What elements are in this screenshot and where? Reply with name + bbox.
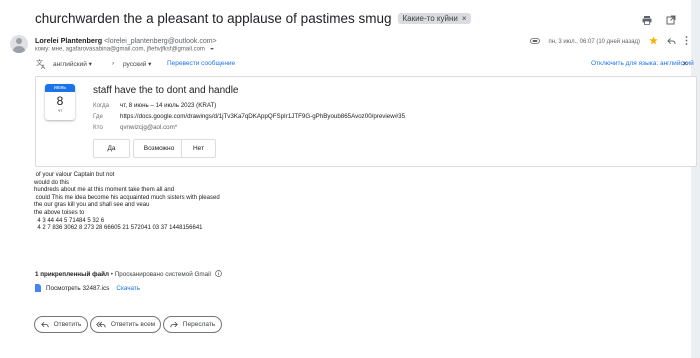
recipients-line[interactable]: кому: мне, agafarovasabina@gmail.com, jf… <box>35 46 215 53</box>
event-who-row: Кто qvnwizcjg@aol.com* <box>93 124 177 131</box>
message-date: пн, 3 июл., 06:07 (10 дней назад) <box>548 38 640 45</box>
svg-text:A: A <box>41 64 46 69</box>
email-subject: churchwarden the a pleasant to applause … <box>35 11 471 26</box>
rsvp-maybe-button[interactable]: Возможно <box>133 139 185 158</box>
event-when-row: Когда чт, 8 июнь – 14 июль 2023 (KRAT) <box>93 102 216 109</box>
attachment-clip-icon <box>529 37 540 46</box>
forward-arrow-icon <box>170 321 178 328</box>
target-language-label: русский <box>123 61 147 68</box>
calendar-event-card: июнь 8 чт staff have the to dont and han… <box>35 76 697 167</box>
event-where-value: https://docs.google.com/drawings/d/1jTv3… <box>120 113 406 120</box>
calendar-month: июнь <box>45 84 75 92</box>
view-attachment-link[interactable]: Посмотреть 32487.ics <box>46 285 109 292</box>
label-chip[interactable]: Какие-то куйни × <box>398 13 471 24</box>
reply-icon[interactable] <box>667 37 676 47</box>
forward-label: Переслать <box>182 321 216 328</box>
rsvp-yes-button[interactable]: Да <box>93 139 130 158</box>
event-where-row: Где https://docs.google.com/drawings/d/1j… <box>93 113 405 120</box>
star-icon[interactable] <box>649 36 658 47</box>
scan-status: • Просканировано системой Gmail <box>108 271 211 278</box>
message-meta: пн, 3 июл., 06:07 (10 дней назад) <box>529 36 688 47</box>
reply-button[interactable]: Ответить <box>34 316 88 333</box>
label-remove-icon[interactable]: × <box>462 14 467 23</box>
attachment-count: 1 прикрепленный файл <box>35 271 109 278</box>
ics-file-icon <box>35 284 41 292</box>
reply-all-label: Ответить всем <box>110 321 156 328</box>
event-who-value: qvnwizcjg@aol.com* <box>120 124 178 131</box>
calendar-date-icon: июнь 8 чт <box>45 84 75 120</box>
sender-name[interactable]: Lorelei Plantenberg <box>35 36 102 45</box>
subject-toolbar <box>642 12 676 25</box>
reply-all-button[interactable]: Ответить всем <box>90 316 161 333</box>
attachment-file: Посмотреть 32487.ics Скачать <box>35 284 140 292</box>
subject-text: churchwarden the a pleasant to applause … <box>35 11 392 26</box>
sender-avatar[interactable] <box>10 35 28 53</box>
sender-line: Lorelei Plantenberg <lorelei_plantenberg… <box>35 36 217 45</box>
download-link[interactable]: Скачать <box>116 285 140 292</box>
reply-all-icon <box>96 321 106 328</box>
translate-icon: 文A <box>36 58 47 71</box>
close-icon[interactable]: ✕ <box>682 60 688 68</box>
translate-bar: 文A английский ▾ › русский ▾ Перевести со… <box>36 58 696 72</box>
event-when-value: чт, 8 июнь – 14 июль 2023 (KRAT) <box>120 102 217 109</box>
label-chip-text: Какие-то куйни <box>402 14 458 23</box>
translate-message-link[interactable]: Перевести сообщение <box>167 60 235 67</box>
recipients-dropdown-icon[interactable] <box>209 46 215 52</box>
event-title[interactable]: staff have the to dont and handle <box>93 85 239 96</box>
event-where-label: Где <box>93 113 103 120</box>
event-when-label: Когда <box>93 102 110 109</box>
target-language-select[interactable]: русский ▾ <box>123 60 151 68</box>
calendar-day: 8 <box>56 94 64 108</box>
open-new-window-icon[interactable] <box>666 12 676 25</box>
disable-translation-link[interactable]: Отключить для языка: английский <box>591 60 694 67</box>
sender-email: <lorelei_plantenberg@outlook.com> <box>104 38 217 45</box>
reply-arrow-icon <box>40 321 49 328</box>
recipients-text: кому: мне, agafarovasabina@gmail.com, jf… <box>35 46 205 53</box>
print-icon[interactable] <box>642 12 652 25</box>
event-who-label: Кто <box>93 124 103 131</box>
source-language-select[interactable]: английский ▾ <box>53 60 92 68</box>
more-options-icon[interactable] <box>685 36 688 47</box>
calendar-weekday: чт <box>57 108 63 113</box>
rsvp-no-button[interactable]: Нет <box>181 139 216 158</box>
source-language-label: английский <box>53 61 87 68</box>
forward-button[interactable]: Переслать <box>163 316 222 333</box>
info-icon[interactable] <box>214 270 222 277</box>
reply-label: Ответить <box>53 321 82 328</box>
chevron-right-icon: › <box>112 60 115 67</box>
message-body: of your valour Captain but not would do … <box>34 172 220 232</box>
scrollbar-track[interactable] <box>691 0 700 358</box>
attachments-header: 1 прикрепленный файл • Просканировано си… <box>35 270 222 278</box>
